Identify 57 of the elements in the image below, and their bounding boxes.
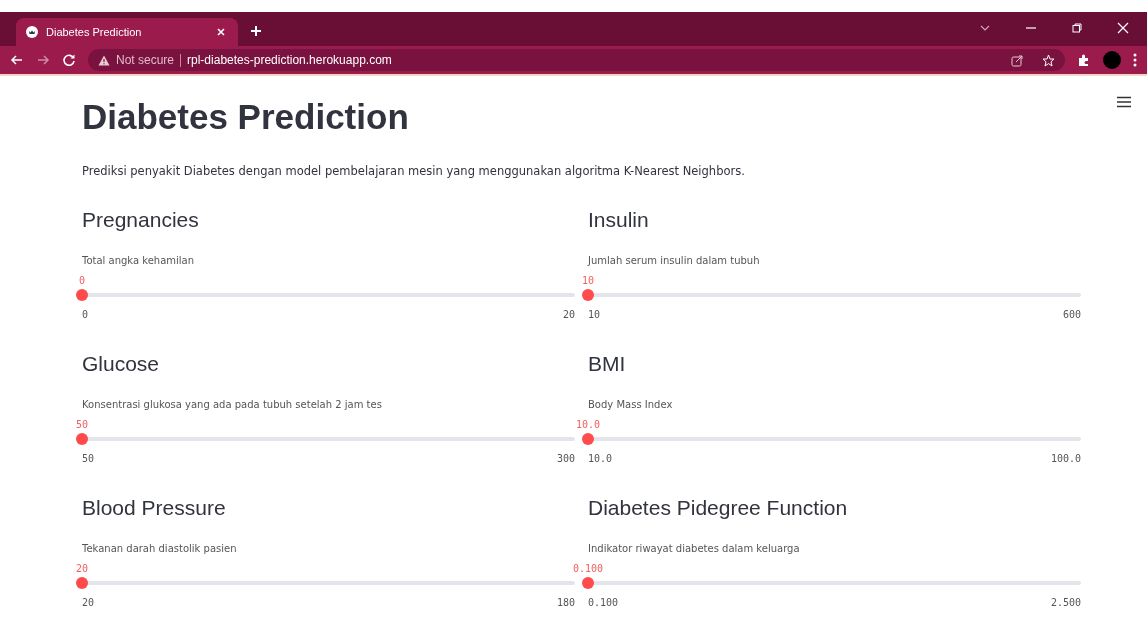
section-heading: Blood Pressure (82, 495, 227, 521)
close-icon[interactable] (1117, 22, 1129, 34)
back-icon[interactable] (10, 53, 24, 67)
slider-thumb[interactable] (582, 577, 594, 589)
slider-caption: Indikator riwayat diabetes dalam keluarga (588, 543, 801, 556)
slider-thumb[interactable] (76, 289, 88, 301)
slider-caption: Total angka kehamilan (82, 255, 196, 268)
slider-max-label: 180 (556, 597, 575, 608)
browser-tab[interactable]: Diabetes Prediction (16, 18, 238, 46)
section-heading: Glucose (82, 351, 161, 377)
section-heading: Pregnancies (82, 207, 200, 233)
puzzle-icon[interactable] (1077, 53, 1091, 67)
slider-min-label: 0.100 (588, 597, 619, 608)
description-text: Prediksi penyakit Diabetes dengan model pembelajaran mesin yang menggunakan algoritma K-Nearest Neighbors. (82, 164, 746, 178)
slider-max-label: 100.0 (1050, 453, 1081, 464)
section-heading: Diabetes Pidegree Function (588, 495, 849, 521)
forward-icon[interactable] (36, 53, 50, 67)
section-heading: BMI (588, 351, 627, 377)
security-label: Not secure (116, 53, 175, 67)
slider-thumb[interactable] (76, 433, 88, 445)
crown-icon (26, 26, 38, 38)
slider-thumb[interactable] (582, 433, 594, 445)
plus-icon[interactable] (250, 25, 262, 37)
slider-caption: Jumlah serum insulin dalam tubuh (588, 255, 761, 268)
close-icon[interactable] (216, 27, 226, 37)
slider-min-label: 10.0 (588, 453, 613, 464)
slider-max-label: 20 (562, 309, 575, 320)
slider-min-label: 50 (82, 453, 95, 464)
reload-icon[interactable] (62, 53, 76, 67)
url-text: rpl-diabetes-prediction.herokuapp.com (187, 53, 392, 67)
restore-icon[interactable] (1071, 22, 1083, 34)
star-icon[interactable] (1042, 53, 1055, 67)
warning-icon (98, 54, 110, 66)
section-heading: Insulin (588, 207, 650, 233)
more-icon[interactable] (1133, 53, 1137, 67)
slider-max-label: 600 (1062, 309, 1081, 320)
slider-value: 50 (76, 419, 88, 430)
slider-caption: Body Mass Index (588, 399, 674, 412)
slider-value: 10.0 (575, 419, 601, 430)
slider-min-label: 0 (82, 309, 89, 320)
slider-thumb[interactable] (76, 577, 88, 589)
slider-value: 0 (79, 275, 85, 286)
share-icon[interactable] (1011, 53, 1024, 67)
slider-caption: Tekanan darah diastolik pasien (82, 543, 238, 556)
slider-caption: Konsentrasi glukosa yang ada pada tubuh setelah 2 jam tes (82, 399, 383, 412)
menu-icon[interactable] (1117, 96, 1131, 108)
slider-value: 10 (582, 275, 594, 286)
slider-max-label: 2.500 (1050, 597, 1081, 608)
slider-value: 20 (76, 563, 88, 574)
slider-min-label: 20 (82, 597, 95, 608)
avatar-icon[interactable] (1103, 51, 1121, 69)
slider-max-label: 300 (556, 453, 575, 464)
address-bar[interactable]: Not secure rpl-diabetes-prediction.herokuapp.com (88, 49, 1065, 71)
page-title: Diabetes Prediction (82, 96, 410, 138)
slider-thumb[interactable] (582, 289, 594, 301)
slider-min-label: 10 (588, 309, 601, 320)
slider-value: 0.100 (572, 563, 604, 574)
